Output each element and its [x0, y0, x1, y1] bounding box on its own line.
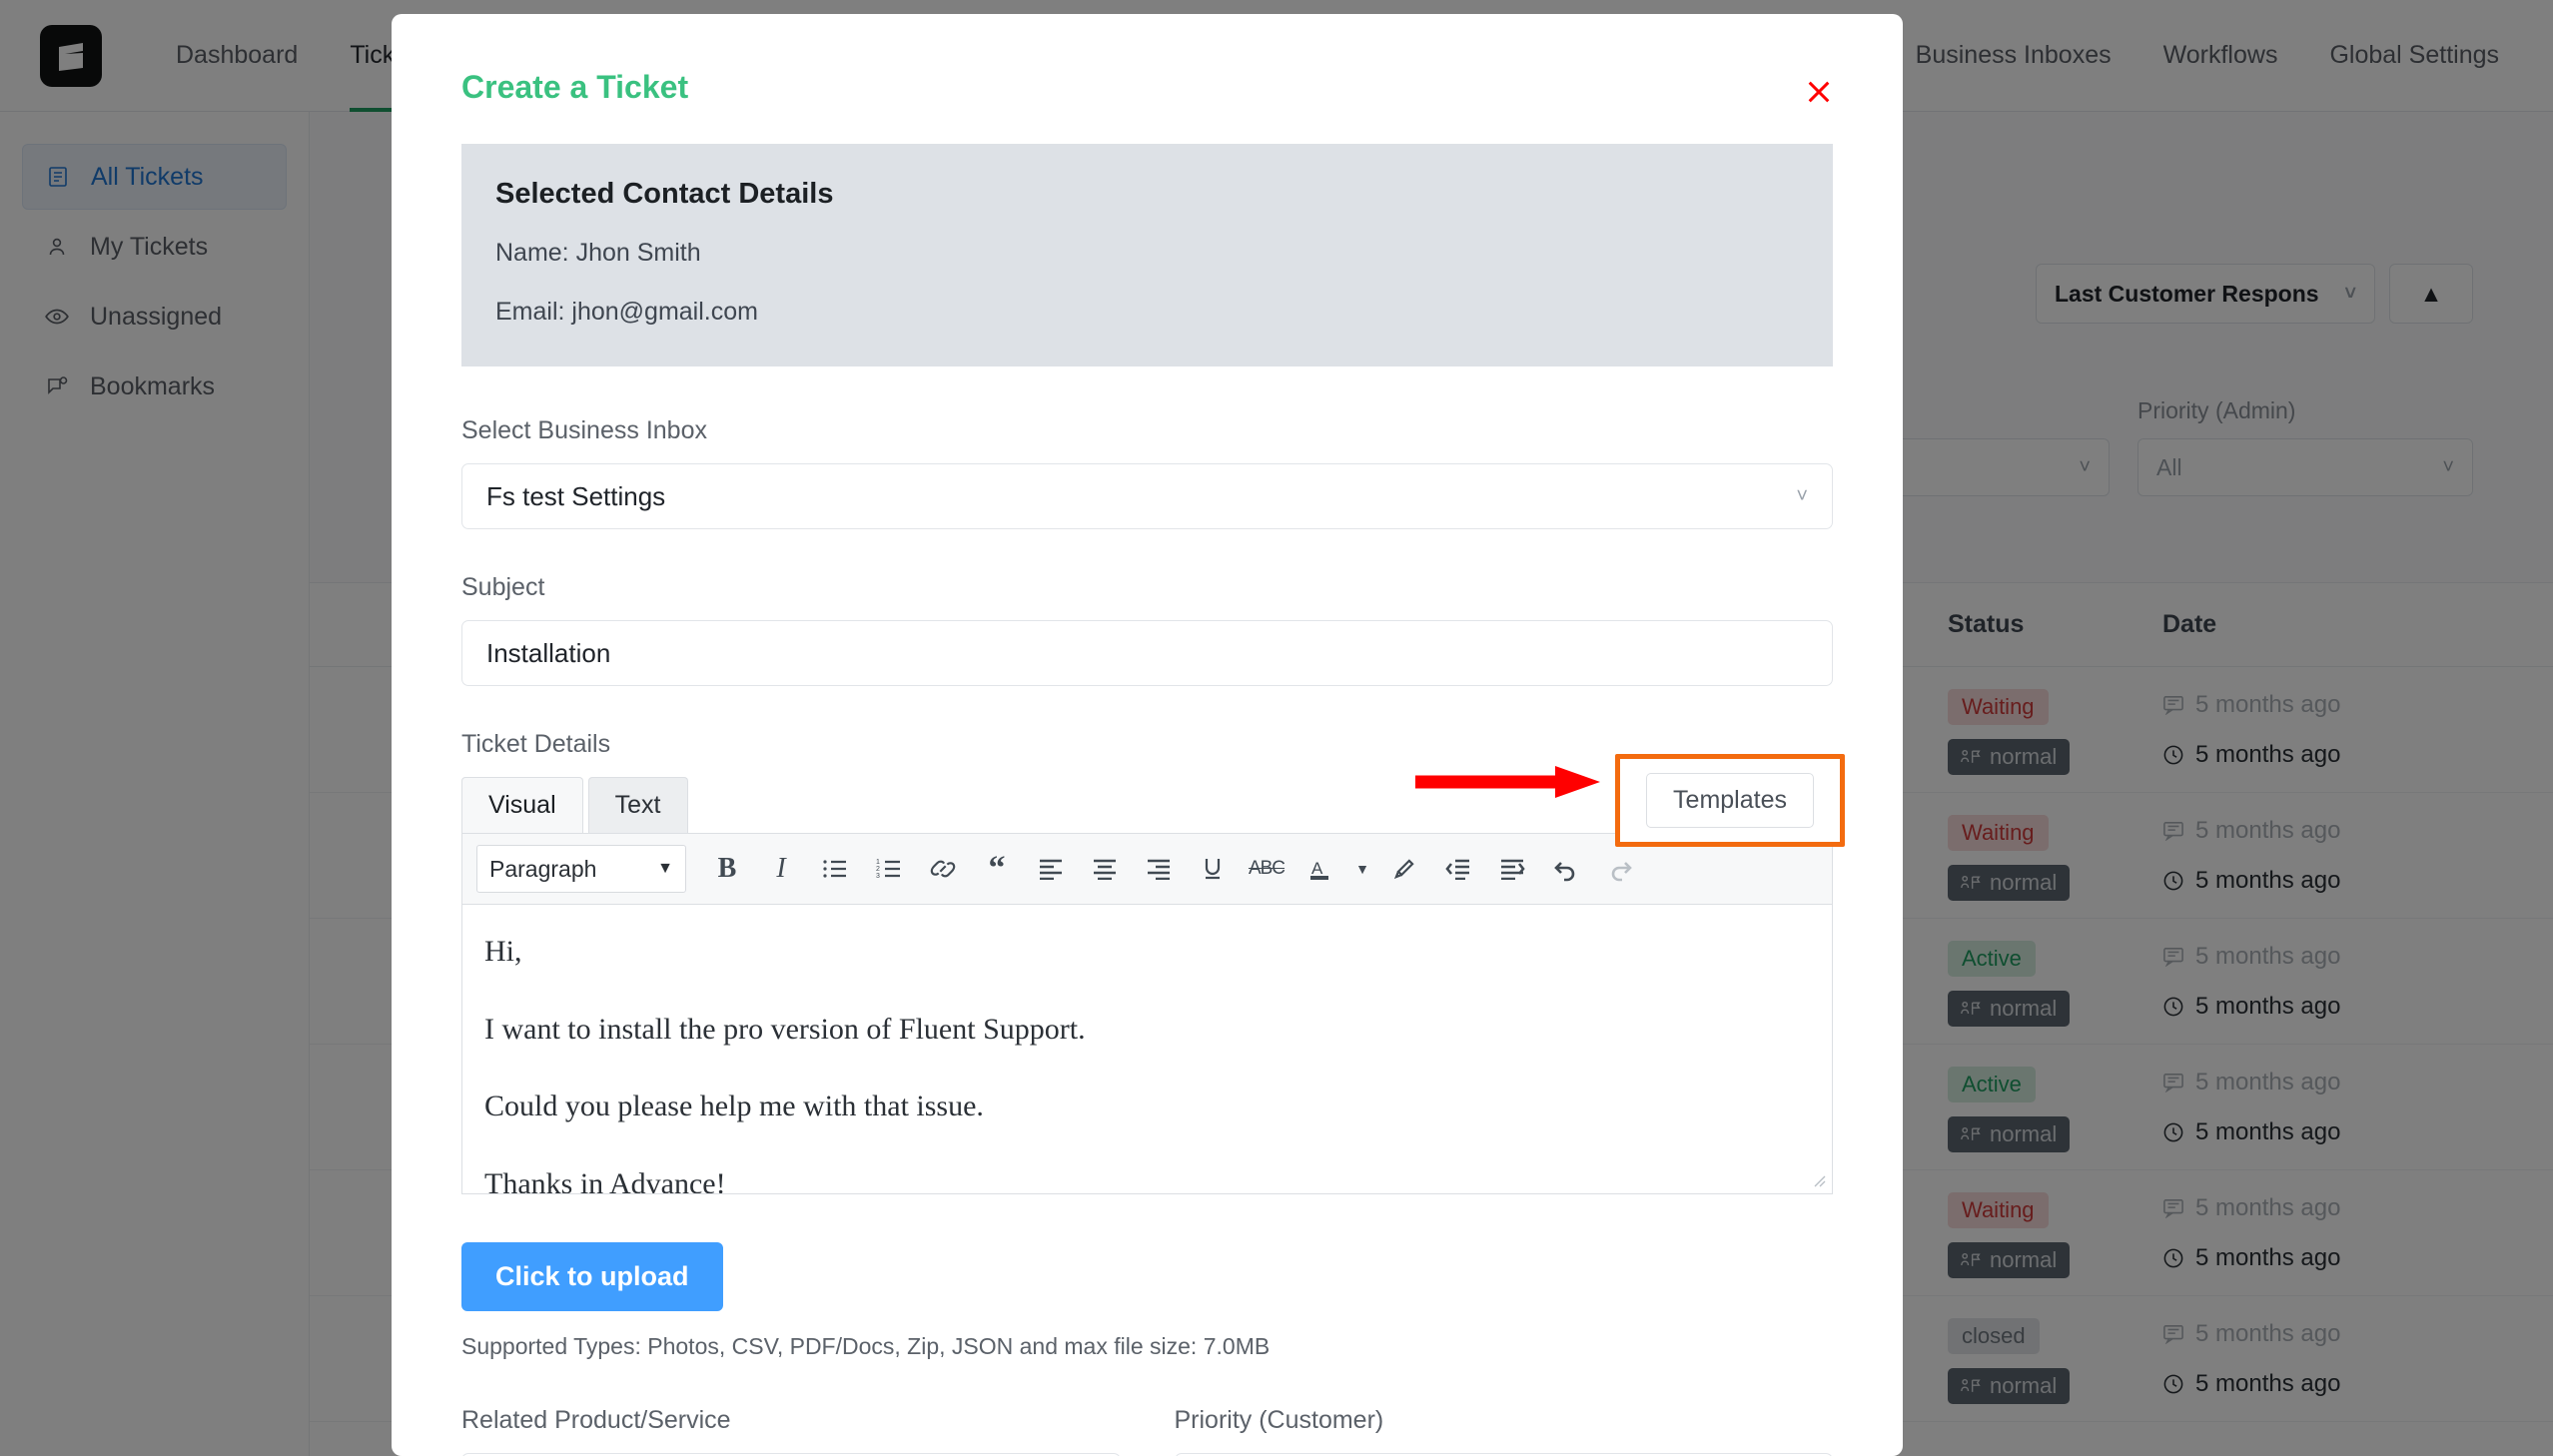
- blockquote-icon[interactable]: “: [970, 844, 1024, 894]
- numbered-list-icon[interactable]: 1 2 3: [862, 844, 916, 894]
- editor-paragraph: Hi,: [484, 933, 1810, 971]
- contact-card-heading: Selected Contact Details: [495, 178, 1799, 211]
- link-icon[interactable]: [916, 844, 970, 894]
- editor-tabs: Visual Text: [461, 777, 688, 833]
- supported-types-note: Supported Types: Photos, CSV, PDF/Docs, …: [461, 1333, 1833, 1360]
- align-left-icon[interactable]: [1024, 844, 1078, 894]
- templates-button[interactable]: Templates: [1646, 773, 1814, 828]
- tab-text[interactable]: Text: [588, 777, 688, 833]
- business-inbox-field: Select Business Inbox Fs test Settings ˅: [461, 416, 1833, 529]
- annotation-highlight-box: Templates: [1615, 754, 1845, 847]
- editor-content-area[interactable]: Hi, I want to install the pro version of…: [461, 905, 1833, 1194]
- related-product-label: Related Product/Service: [461, 1406, 1121, 1435]
- business-inbox-select[interactable]: Fs test Settings ˅: [461, 463, 1833, 529]
- editor-paragraph: I want to install the pro version of Flu…: [484, 1011, 1810, 1049]
- subject-label: Subject: [461, 573, 1833, 602]
- subject-field: Subject Installation: [461, 573, 1833, 686]
- format-select-value: Paragraph: [489, 856, 596, 883]
- editor-paragraph: Could you please help me with that issue…: [484, 1088, 1810, 1125]
- format-select[interactable]: Paragraph ▼: [476, 845, 686, 893]
- editor-resize-handle[interactable]: [1810, 1171, 1826, 1187]
- tab-visual[interactable]: Visual: [461, 777, 583, 833]
- clear-formatting-icon[interactable]: [1377, 844, 1431, 894]
- svg-text:1: 1: [876, 859, 880, 866]
- subject-value: Installation: [486, 638, 610, 669]
- align-center-icon[interactable]: [1078, 844, 1132, 894]
- bottom-fields-row: Related Product/Service Fluent Support ˅…: [461, 1406, 1833, 1456]
- click-to-upload-button[interactable]: Click to upload: [461, 1242, 723, 1311]
- chevron-down-icon: ˅: [1796, 485, 1808, 508]
- priority-customer-field: Priority (Customer) Normal ˅: [1175, 1406, 1834, 1456]
- business-inbox-label: Select Business Inbox: [461, 416, 1833, 445]
- color-dropdown-icon[interactable]: ▼: [1347, 844, 1377, 894]
- strikethrough-icon[interactable]: ABC: [1240, 844, 1293, 894]
- bold-icon[interactable]: B: [700, 844, 754, 894]
- italic-icon[interactable]: I: [754, 844, 808, 894]
- undo-icon[interactable]: [1539, 844, 1593, 894]
- modal-header: Create a Ticket: [392, 14, 1903, 144]
- editor-paragraph: Thanks in Advance!: [484, 1165, 1810, 1195]
- templates-button-label: Templates: [1673, 786, 1787, 814]
- priority-customer-label: Priority (Customer): [1175, 1406, 1834, 1435]
- indent-icon[interactable]: [1485, 844, 1539, 894]
- tab-label: Visual: [488, 791, 556, 819]
- outdent-icon[interactable]: [1431, 844, 1485, 894]
- align-right-icon[interactable]: [1132, 844, 1186, 894]
- create-ticket-modal: Create a Ticket Selected Contact Details…: [392, 14, 1903, 1456]
- contact-name: Name: Jhon Smith: [495, 239, 1799, 268]
- tab-label: Text: [615, 791, 661, 819]
- bullet-list-icon[interactable]: [808, 844, 862, 894]
- text-color-icon[interactable]: A: [1293, 844, 1347, 894]
- svg-text:3: 3: [876, 873, 880, 880]
- upload-button-label: Click to upload: [495, 1261, 689, 1291]
- editor-tabs-row: Visual Text Templates: [461, 777, 1833, 833]
- underline-icon[interactable]: [1186, 844, 1240, 894]
- close-icon[interactable]: [1797, 70, 1841, 114]
- related-product-field: Related Product/Service Fluent Support ˅: [461, 1406, 1121, 1456]
- business-inbox-value: Fs test Settings: [486, 481, 665, 512]
- svg-text:2: 2: [876, 866, 880, 873]
- redo-icon[interactable]: [1593, 844, 1647, 894]
- svg-text:A: A: [1311, 859, 1323, 878]
- chevron-down-icon: ▼: [657, 860, 673, 878]
- subject-input[interactable]: Installation: [461, 620, 1833, 686]
- upload-section: Click to upload Supported Types: Photos,…: [461, 1204, 1833, 1360]
- selected-contact-details-card: Selected Contact Details Name: Jhon Smit…: [461, 144, 1833, 366]
- modal-body: Selected Contact Details Name: Jhon Smit…: [392, 144, 1903, 1456]
- annotation-red-arrow: [1415, 762, 1615, 807]
- modal-title: Create a Ticket: [461, 69, 688, 106]
- ticket-details-editor: Ticket Details Visual Text Templates: [461, 730, 1833, 1194]
- contact-email: Email: jhon@gmail.com: [495, 298, 1799, 327]
